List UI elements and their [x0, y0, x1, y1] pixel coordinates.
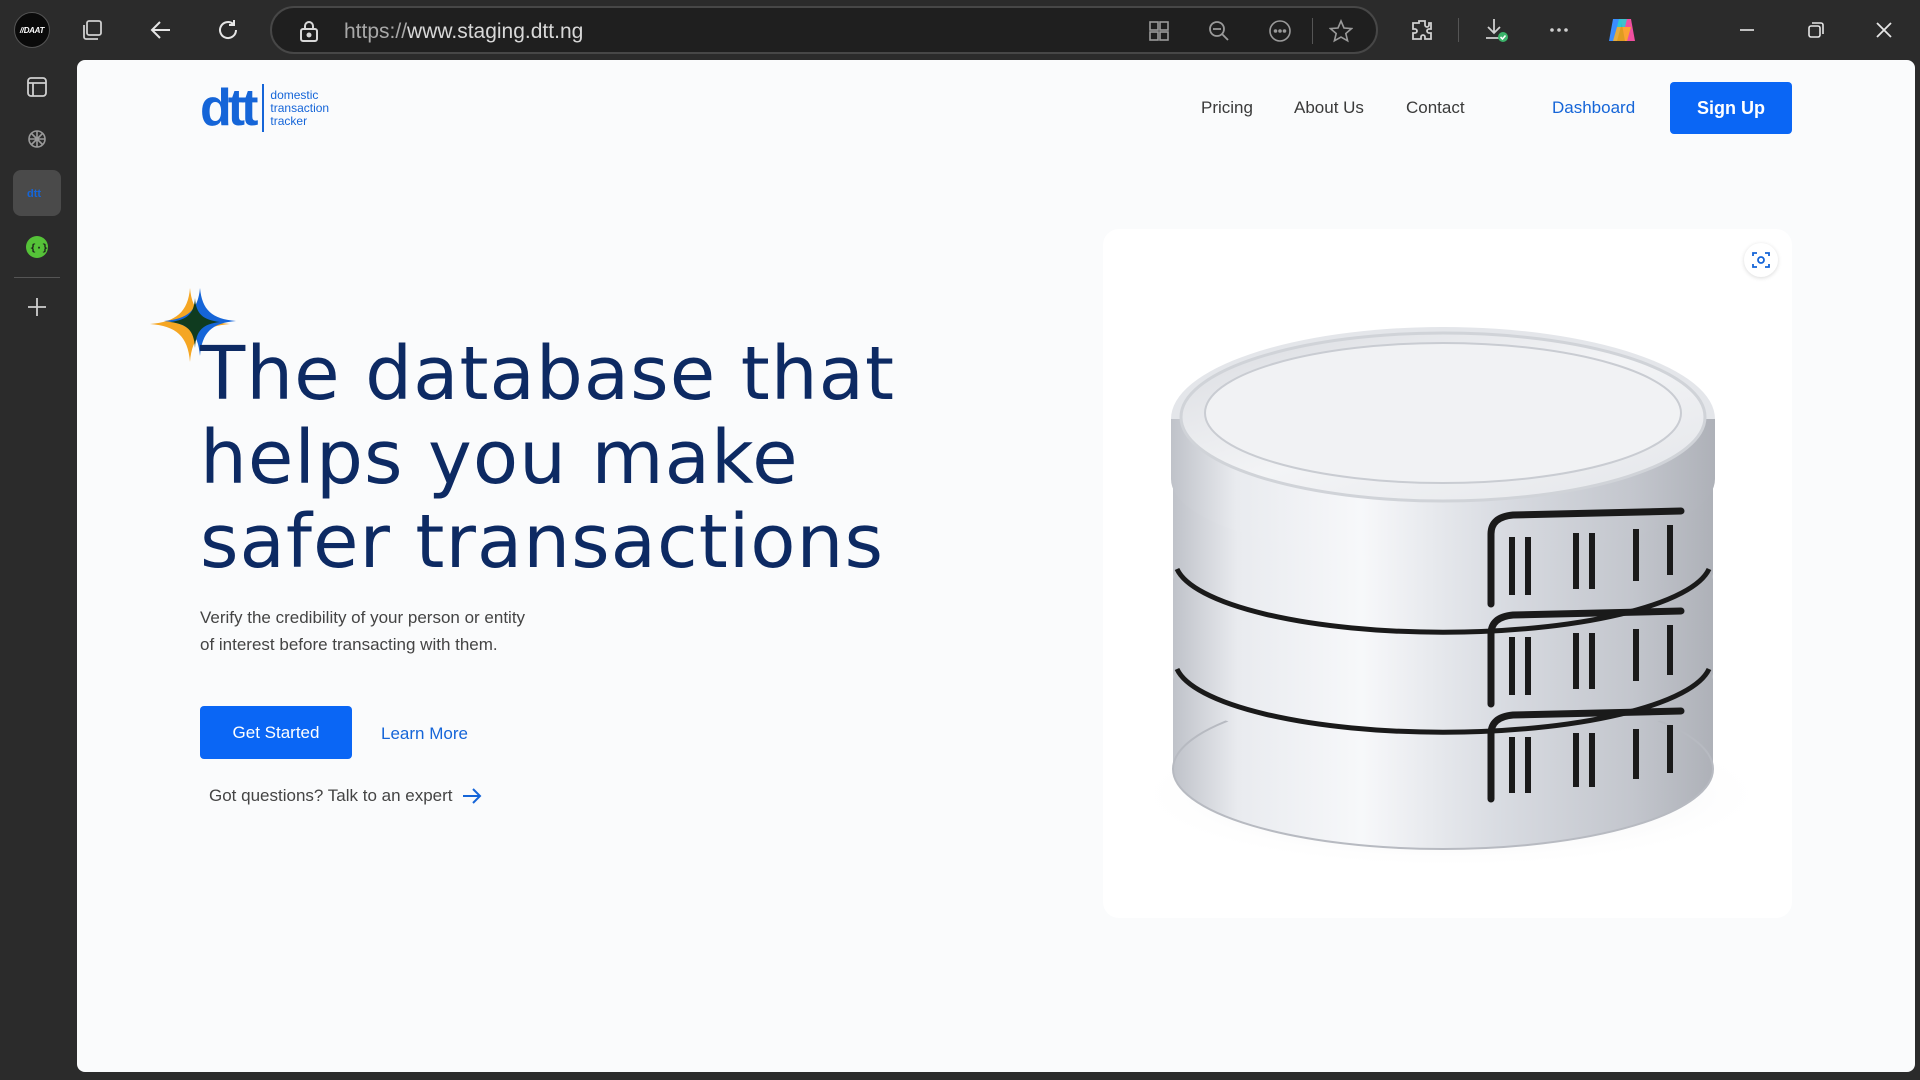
back-icon[interactable] [143, 12, 179, 48]
browser-toolbar: //DAAT https://www.staging.dtt.ng [0, 0, 1920, 60]
copilot-icon[interactable] [1604, 12, 1640, 48]
browser-sidebar: dtt {·} [0, 60, 76, 1080]
sign-up-button[interactable]: Sign Up [1670, 82, 1792, 134]
url-text[interactable]: https://www.staging.dtt.ng [344, 20, 583, 44]
database-illustration [1131, 327, 1771, 869]
hero-subtitle: Verify the credibility of your person or… [200, 608, 526, 654]
dtt-tab-icon[interactable]: dtt [13, 170, 61, 216]
api-tab-icon[interactable]: {·} [13, 224, 61, 270]
get-started-button[interactable]: Get Started [200, 706, 352, 759]
toolbar-divider [1458, 18, 1459, 42]
nav-dashboard[interactable]: Dashboard [1552, 98, 1635, 118]
restore-icon[interactable] [1798, 12, 1834, 48]
nav-contact[interactable]: Contact [1406, 98, 1465, 118]
logo-divider [262, 84, 265, 132]
svg-text:dtt: dtt [27, 188, 41, 200]
scan-icon[interactable] [1744, 243, 1778, 277]
talk-to-expert-label: Got questions? Talk to an expert [209, 786, 453, 805]
svg-text:{·}: {·} [30, 243, 48, 254]
close-icon[interactable] [1866, 12, 1902, 48]
minimize-icon[interactable] [1729, 12, 1765, 48]
talk-to-expert-link[interactable]: Got questions? Talk to an expert [209, 786, 483, 806]
add-tab-icon[interactable] [13, 284, 61, 330]
nav-pricing[interactable]: Pricing [1201, 98, 1253, 118]
profile-avatar[interactable]: //DAAT [14, 12, 50, 48]
arrow-right-icon [462, 788, 481, 804]
nav-about-us[interactable]: About Us [1294, 98, 1364, 118]
address-divider [1312, 18, 1313, 44]
hero-image-card [1103, 229, 1792, 918]
address-bar[interactable]: https://www.staging.dtt.ng [270, 6, 1378, 54]
chatgpt-tab-icon[interactable] [13, 116, 61, 162]
workspaces-icon[interactable] [74, 12, 110, 48]
logo-text: domestic transaction tracker [270, 87, 330, 128]
app-available-icon[interactable] [1144, 16, 1174, 46]
web-page: dtt domestic transaction tracker Pricing… [77, 60, 1915, 1072]
reading-icon[interactable] [1265, 16, 1295, 46]
tab-actions-icon[interactable] [13, 64, 61, 110]
refresh-icon[interactable] [210, 12, 246, 48]
zoom-out-icon[interactable] [1204, 16, 1234, 46]
more-icon[interactable] [1541, 12, 1577, 48]
lock-icon[interactable] [294, 16, 324, 46]
site-logo[interactable]: dtt domestic transaction tracker [200, 82, 329, 134]
extensions-icon[interactable] [1404, 12, 1440, 48]
favorite-icon[interactable] [1326, 16, 1356, 46]
downloads-icon[interactable] [1478, 12, 1514, 48]
learn-more-link[interactable]: Learn More [381, 724, 468, 744]
sidebar-divider [14, 277, 60, 278]
logo-mark: dtt [200, 79, 258, 137]
hero-title: The database that helps you make safer t… [200, 331, 896, 585]
